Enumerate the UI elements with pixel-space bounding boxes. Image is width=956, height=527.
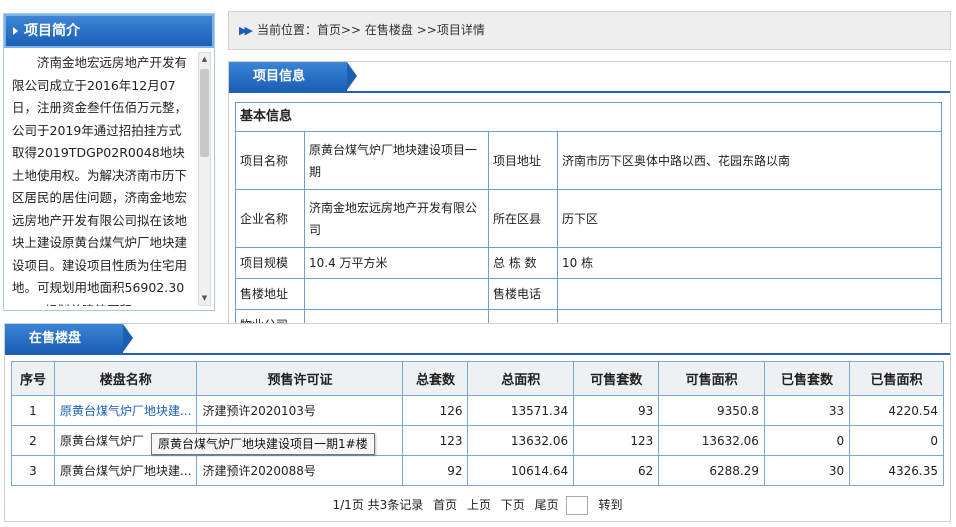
cell-avail-area: 13632.06	[658, 425, 765, 456]
value-project-scale: 10.4 万平方米	[304, 247, 489, 279]
col-header-name: 楼盘名称	[53, 361, 198, 396]
table-header-row: 序号 楼盘名称 预售许可证 总套数 总面积 可售套数 可售面积 已售套数 已售面…	[11, 361, 944, 396]
project-intro-panel: 项目简介 济南金地宏远房地产开发有限公司成立于2016年12月07日，注册资金叁…	[3, 13, 215, 311]
label-sales-address: 售楼地址	[235, 278, 305, 310]
basic-info-title: 基本信息	[235, 102, 942, 132]
building-name-link[interactable]: 原黄台煤气炉厂地块建...	[53, 395, 198, 426]
label-sales-phone: 售楼电话	[488, 278, 558, 310]
label-project-scale: 项目规模	[235, 247, 305, 279]
col-header-no: 序号	[11, 361, 55, 396]
goto-page-button[interactable]: 转到	[598, 498, 622, 512]
project-intro-text: 济南金地宏远房地产开发有限公司成立于2016年12月07日，注册资金叁仟伍佰万元…	[12, 55, 188, 306]
on-sale-table: 序号 楼盘名称 预售许可证 总套数 总面积 可售套数 可售面积 已售套数 已售面…	[11, 361, 944, 486]
table-row: 1 原黄台煤气炉厂地块建... 济建预许2020103号 126 13571.3…	[11, 395, 944, 426]
cell-sold-units: 0	[763, 425, 851, 456]
col-header-permit: 预售许可证	[196, 361, 404, 396]
label-district: 所在区县	[488, 189, 558, 248]
cell-total-area: 13632.06	[467, 425, 575, 456]
first-page-link[interactable]: 首页	[433, 498, 457, 512]
value-district: 历下区	[557, 189, 942, 248]
cell-no: 2	[11, 425, 55, 456]
on-sale-panel: 在售楼盘 序号 楼盘名称 预售许可证 总套数 总面积 可售套数 可售面积 已售套…	[4, 323, 951, 522]
breadcrumb-text[interactable]: 当前位置：首页>> 在售楼盘 >>项目详情	[257, 23, 485, 37]
cell-avail-area: 9350.8	[658, 395, 765, 426]
cell-permit: 济建预许2020088号	[196, 455, 404, 486]
basic-info-table: 基本信息 项目名称 原黄台煤气炉厂地块建设项目一期 项目地址 济南市历下区奥体中…	[235, 102, 942, 330]
label-building-count: 总 栋 数	[488, 247, 558, 279]
cell-avail-units: 123	[573, 425, 660, 456]
building-name-tooltip: 原黄台煤气炉厂地块建设项目一期1#楼	[151, 433, 375, 455]
cell-no: 1	[11, 395, 55, 426]
cell-sold-units: 30	[763, 455, 851, 486]
col-header-total-units: 总套数	[402, 361, 469, 396]
next-page-link[interactable]: 下页	[501, 498, 525, 512]
cell-total-units: 123	[402, 425, 469, 456]
cell-permit: 济建预许2020103号	[196, 395, 404, 426]
cell-total-area: 10614.64	[467, 455, 575, 486]
cell-no: 3	[11, 455, 55, 486]
cell-sold-units: 33	[763, 395, 851, 426]
double-arrow-icon: ▶▶	[239, 24, 253, 37]
pagination: 1/1页 共3条记录 首页 上页 下页 尾页 转到	[5, 496, 950, 515]
table-row: 3 原黄台煤气炉厂地块建... 济建预许2020088号 92 10614.64…	[11, 455, 944, 486]
scroll-up-arrow-icon[interactable]: ▲	[199, 53, 210, 66]
building-name-link[interactable]: 原黄台煤气炉厂地块建...	[53, 455, 198, 486]
cell-sold-area: 4326.35	[849, 455, 944, 486]
value-sales-phone	[557, 278, 942, 310]
cell-sold-area: 4220.54	[849, 395, 944, 426]
project-info-panel: 项目信息 基本信息 项目名称 原黄台煤气炉厂地块建设项目一期 项目地址 济南市历…	[228, 61, 951, 331]
breadcrumb: ▶▶ 当前位置：首页>> 在售楼盘 >>项目详情	[228, 11, 951, 50]
value-sales-address	[304, 278, 489, 310]
page-number-input[interactable]	[565, 496, 588, 515]
scroll-thumb[interactable]	[200, 69, 209, 157]
cell-total-units: 126	[402, 395, 469, 426]
tab-project-info[interactable]: 项目信息	[229, 62, 357, 91]
label-company-name: 企业名称	[235, 189, 305, 248]
value-building-count: 10 栋	[557, 247, 942, 279]
value-project-address: 济南市历下区奥体中路以西、花园东路以南	[557, 131, 942, 190]
cell-total-area: 13571.34	[467, 395, 575, 426]
col-header-total-area: 总面积	[467, 361, 575, 396]
cell-avail-area: 6288.29	[658, 455, 765, 486]
col-header-sold-units: 已售套数	[763, 361, 851, 396]
cell-sold-area: 0	[849, 425, 944, 456]
label-project-address: 项目地址	[488, 131, 558, 190]
intro-scrollbar[interactable]: ▲ ▼	[198, 52, 211, 306]
value-company-name: 济南金地宏远房地产开发有限公司	[304, 189, 489, 248]
label-project-name: 项目名称	[235, 131, 305, 190]
page-info: 1/1页 共3条记录	[332, 498, 424, 512]
scroll-down-arrow-icon[interactable]: ▼	[199, 292, 210, 305]
cell-total-units: 92	[402, 455, 469, 486]
col-header-avail-area: 可售面积	[658, 361, 765, 396]
prev-page-link[interactable]: 上页	[467, 498, 491, 512]
col-header-avail-units: 可售套数	[573, 361, 660, 396]
cell-avail-units: 62	[573, 455, 660, 486]
col-header-sold-area: 已售面积	[849, 361, 944, 396]
project-intro-title: 项目简介	[4, 14, 214, 48]
value-project-name: 原黄台煤气炉厂地块建设项目一期	[304, 131, 489, 190]
tab-on-sale[interactable]: 在售楼盘	[5, 324, 133, 353]
last-page-link[interactable]: 尾页	[535, 498, 559, 512]
cell-avail-units: 93	[573, 395, 660, 426]
